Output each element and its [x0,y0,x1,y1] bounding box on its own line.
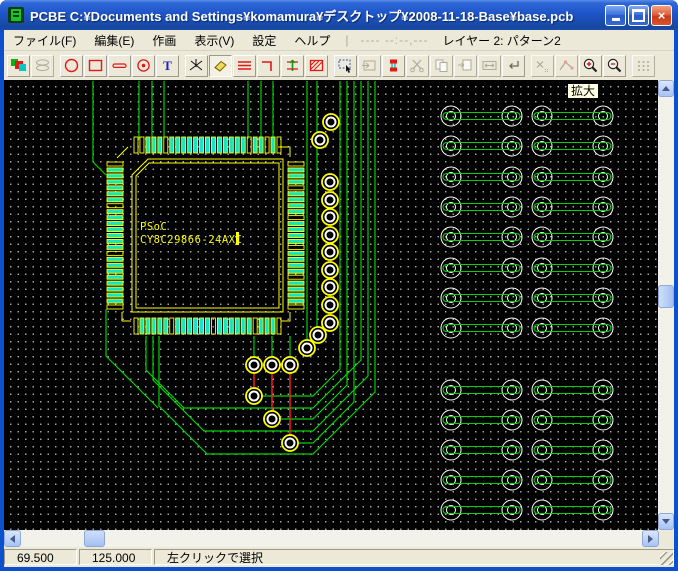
text-tool-button[interactable]: T [156,55,179,77]
pad-stack-button [31,55,54,77]
resize-grip[interactable] [660,552,673,565]
junction-tool-button[interactable] [281,55,304,77]
zoom-out-button[interactable] [603,55,626,77]
menu-view[interactable]: 表示(V) [185,30,243,51]
vertical-scroll-thumb[interactable] [658,285,674,308]
grid-button [632,55,655,77]
status-x-coordinate: 69.500 [4,549,77,565]
scroll-up-button[interactable] [658,80,674,97]
status-bar: 69.500 125.000 左クリックで選択 [4,549,674,567]
pcb-canvas[interactable]: PSoCCY8C29866-24AXI 拡大 [4,80,658,530]
layer-colors-button[interactable] [7,55,30,77]
app-window: PCBE C:¥Documents and Settings¥komamura¥… [0,0,678,571]
horizontal-scroll-thumb[interactable] [84,530,105,547]
delete-vertex-button [531,55,554,77]
arrow-down-icon [662,519,670,524]
arrow-left-icon [10,535,15,543]
text-caret [236,232,239,245]
close-button[interactable]: × [651,5,672,26]
menu-file[interactable]: ファイル(F) [4,30,85,51]
select-tool-button[interactable] [334,55,357,77]
edit-vertex-button [555,55,578,77]
svg-text:T: T [163,58,172,73]
pattern-line-tool-button[interactable] [233,55,256,77]
menu-bar: ファイル(F)編集(E)作画表示(V)設定ヘルプ | ---- --:--,--… [4,30,674,51]
menu-edit[interactable]: 編集(E) [85,30,143,51]
layer-indicator[interactable]: レイヤー 2: パターン2 [434,32,568,49]
line-tool-button[interactable] [108,55,131,77]
scroll-right-button[interactable] [642,530,659,547]
paste-button [454,55,477,77]
pad-tool-button[interactable] [132,55,155,77]
minimize-button[interactable] [605,5,626,26]
app-icon [7,6,25,24]
menu-draw[interactable]: 作画 [143,30,185,51]
menu-separator: | [339,33,354,47]
wire-tool-button[interactable] [185,55,208,77]
bend-line-tool-button[interactable] [257,55,280,77]
status-y-coordinate: 125.000 [79,549,152,565]
ic-footprint: PSoCCY8C29866-24AXI [107,137,304,334]
window-title: PCBE C:¥Documents and Settings¥komamura¥… [30,6,605,25]
scroll-down-button[interactable] [658,513,674,530]
zoom-tooltip: 拡大 [567,83,599,99]
circle-tool-button[interactable] [60,55,83,77]
pad-pair-tool-button[interactable] [382,55,405,77]
pad-grid [441,106,613,520]
move-tool-button [358,55,381,77]
undo-button[interactable] [502,55,525,77]
ic-label-line2: CY8C29866-24AXI [140,234,242,246]
zoom-in-button[interactable] [579,55,602,77]
toolbar: T [4,51,674,80]
fill-tool-button[interactable] [305,55,328,77]
menu-help[interactable]: ヘルプ [285,30,339,51]
rectangle-tool-button[interactable] [84,55,107,77]
scrollbar-corner [659,530,674,547]
pcb-drawing: PSoCCY8C29866-24AXI [4,80,658,530]
eraser-tool-button[interactable] [209,55,232,77]
cut-button [406,55,429,77]
horizontal-scrollbar[interactable] [4,530,659,547]
ic-label-line1: PSoC [140,221,167,233]
scroll-left-button[interactable] [4,530,21,547]
title-bar[interactable]: PCBE C:¥Documents and Settings¥komamura¥… [0,0,678,30]
stretch-button [478,55,501,77]
copy-button [430,55,453,77]
menu-settings[interactable]: 設定 [243,30,285,51]
arrow-up-icon [662,86,670,91]
status-hint: 左クリックで選択 [154,549,674,565]
arrow-right-icon [648,535,653,543]
vertical-scrollbar[interactable] [658,80,674,530]
coordinate-placeholder: ---- --:--,--- [355,33,435,47]
maximize-button[interactable] [628,5,649,26]
